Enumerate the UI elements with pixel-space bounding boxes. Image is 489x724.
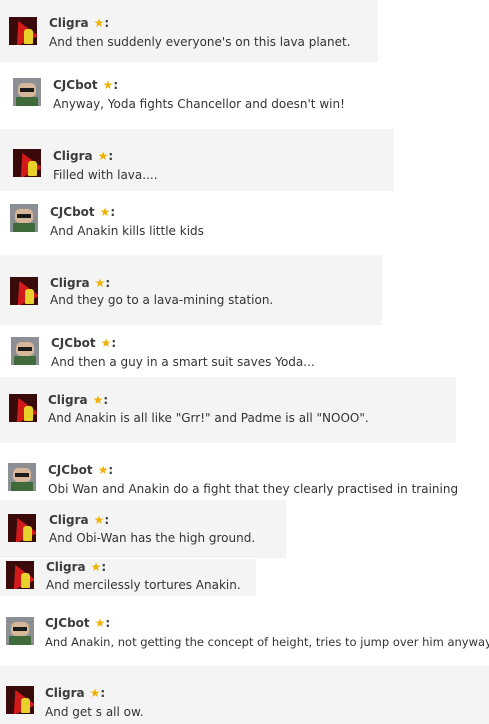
username-label: Cligra [45,686,85,700]
chat-message: Cligra ★: And then suddenly everyone's on… [0,0,378,62]
cjcbot-avatar[interactable] [6,617,34,645]
message-text: And Anakin kills little kids [50,224,204,238]
message-text: And Anakin is all like "Grr!" and Padme … [48,411,369,425]
chat-message: Cligra ★: And they go to a lava-mining st… [0,255,382,325]
username-label: CJCbot [53,78,98,92]
colon: : [104,16,110,30]
username[interactable]: CJCbot ★: [50,205,115,219]
username-label: Cligra [46,560,86,574]
chat-message: CJCbot ★: And Anakin, not getting the con… [0,604,489,662]
star-icon: ★ [94,616,106,630]
colon: : [108,149,114,163]
chat-message: CJCbot ★: Obi Wan and Anakin do a fight t… [0,448,470,498]
cjcbot-avatar[interactable] [11,337,39,365]
message-text: And Anakin, not getting the concept of h… [45,635,489,649]
username-label: CJCbot [50,205,95,219]
colon: : [100,686,106,700]
chat-message: Cligra ★: Filled with lava.... [0,129,394,191]
message-text: Filled with lava.... [53,168,158,182]
chat-message: Cligra ★: And get s all ow. [0,666,489,724]
cligra-avatar[interactable] [6,561,34,589]
username-label: Cligra [49,513,89,527]
star-icon: ★ [92,393,104,407]
username[interactable]: Cligra ★: [48,393,108,407]
username-label: Cligra [48,393,88,407]
message-text: And Obi-Wan has the high ground. [49,531,256,545]
username-label: CJCbot [45,616,90,630]
message-text: And mercilessly tortures Anakin. [46,578,241,592]
star-icon: ★ [97,463,109,477]
chat-message: Cligra ★: And mercilessly tortures Anakin… [0,559,256,596]
chat-message: CJCbot ★: And then a guy in a smart suit … [0,328,400,376]
colon: : [105,616,111,630]
chat-message: Cligra ★: And Anakin is all like "Grr!" a… [0,377,456,443]
message-text: Obi Wan and Anakin do a fight that they … [48,482,459,496]
star-icon: ★ [90,560,102,574]
username[interactable]: Cligra ★: [49,16,109,30]
cligra-avatar[interactable] [10,277,38,305]
message-text: And then suddenly everyone's on this lav… [49,35,351,49]
username[interactable]: Cligra ★: [45,686,105,700]
colon: : [111,336,117,350]
message-text: And they go to a lava-mining station. [50,293,274,307]
star-icon: ★ [94,276,106,290]
username[interactable]: CJCbot ★: [48,463,113,477]
colon: : [108,463,114,477]
username-label: Cligra [53,149,93,163]
username-label: CJCbot [48,463,93,477]
chat-message: CJCbot ★: And Anakin kills little kids [0,194,400,250]
star-icon: ★ [99,205,111,219]
username[interactable]: CJCbot ★: [45,616,110,630]
chat-message: Cligra ★: And Obi-Wan has the high ground… [0,500,286,558]
colon: : [103,393,109,407]
star-icon: ★ [93,513,105,527]
username[interactable]: CJCbot ★: [53,78,118,92]
message-text: Anyway, Yoda fights Chancellor and doesn… [53,97,345,111]
username-label: Cligra [50,276,90,290]
cligra-avatar[interactable] [6,686,34,714]
username[interactable]: Cligra ★: [50,276,110,290]
cligra-avatar[interactable] [13,149,41,177]
username[interactable]: Cligra ★: [49,513,109,527]
cligra-avatar[interactable] [9,17,37,45]
cjcbot-avatar[interactable] [13,78,41,106]
colon: : [101,560,107,574]
cligra-avatar[interactable] [9,394,37,422]
star-icon: ★ [89,686,101,700]
username[interactable]: Cligra ★: [46,560,106,574]
username[interactable]: CJCbot ★: [51,336,116,350]
username-label: Cligra [49,16,89,30]
colon: : [105,276,111,290]
cjcbot-avatar[interactable] [10,204,38,232]
star-icon: ★ [102,78,114,92]
message-text: And get s all ow. [45,705,144,719]
username-label: CJCbot [51,336,96,350]
colon: : [110,205,116,219]
cjcbot-avatar[interactable] [8,463,36,491]
colon: : [113,78,119,92]
username[interactable]: Cligra ★: [53,149,113,163]
cligra-avatar[interactable] [8,514,36,542]
star-icon: ★ [100,336,112,350]
chat-message: CJCbot ★: Anyway, Yoda fights Chancellor … [0,66,400,122]
star-icon: ★ [93,16,105,30]
star-icon: ★ [97,149,109,163]
colon: : [104,513,110,527]
message-text: And then a guy in a smart suit saves Yod… [51,355,315,369]
